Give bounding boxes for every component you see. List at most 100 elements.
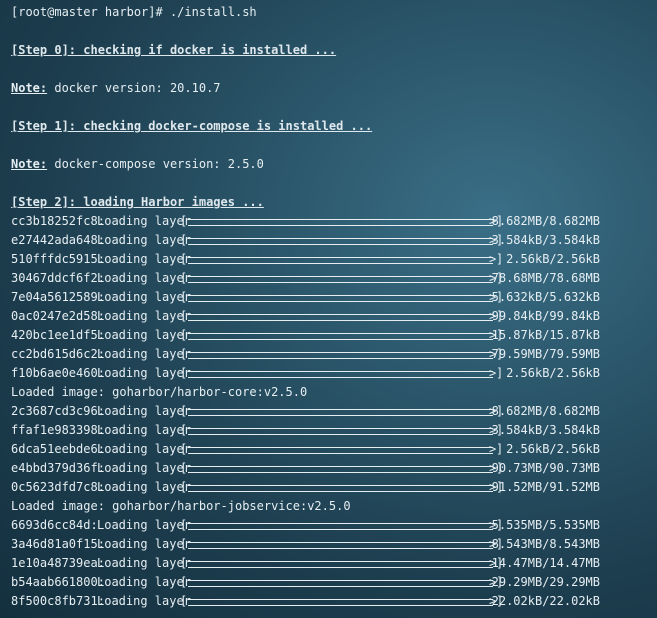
layer-row: 6dca51eebde6: Loading layer[>] 2.56kB/2.56… [11,440,657,459]
step-1-heading: [Step 1]: checking docker-compose is ins… [11,119,373,133]
layer-id: 1e10a48739ea: [11,556,105,570]
layer-size: 2.56kB/2.56kB [506,252,600,266]
layer-size: 15.87kB/15.87kB [491,328,600,342]
layer-row: e27442ada648: Loading layer[>] 3.584kB/3.5… [11,231,657,250]
progress-bar-open-bracket: [ [180,214,188,228]
progress-bar-open-bracket: [ [180,309,188,323]
layer-row: 7e04a5612589: Loading layer[>] 5.632kB/5.6… [11,288,657,307]
progress-bar [188,409,493,416]
loading-layer-label: Loading layer [97,233,191,247]
layer-output: cc3b18252fc8: Loading layer[>] 8.682MB/8.6… [11,212,657,611]
loading-layer-label: Loading layer [97,594,191,608]
layer-size: 5.632kB/5.632kB [491,290,600,304]
layer-size: 2.56kB/2.56kB [506,442,600,456]
layer-row: 420bc1ee1df5: Loading layer[>] 15.87kB/15.… [11,326,657,345]
loading-layer-label: Loading layer [97,366,191,380]
layer-id: e4bbd379d36f: [11,461,105,475]
note-text: docker version: 20.10.7 [47,81,221,95]
progress-bar [188,466,493,473]
loading-layer-label: Loading layer [97,556,191,570]
loading-layer-label: Loading layer [97,423,191,437]
progress-bar [188,276,493,283]
loading-layer-label: Loading layer [97,328,191,342]
progress-bar-open-bracket: [ [180,366,188,380]
loading-layer-label: Loading layer [97,461,191,475]
note-text: docker-compose version: 2.5.0 [47,157,264,171]
progress-bar [188,580,493,587]
layer-size: 8.682MB/8.682MB [491,214,600,228]
progress-bar-open-bracket: [ [180,461,188,475]
layer-size: 99.84kB/99.84kB [491,309,600,323]
compose-version-note: Note: docker-compose version: 2.5.0 [11,155,657,174]
progress-bar [188,333,493,340]
layer-row: cc2bd615d6c2: Loading layer[>] 79.59MB/79.… [11,345,657,364]
progress-bar [188,542,493,549]
loading-layer-label: Loading layer [97,575,191,589]
step-2-heading: [Step 2]: loading Harbor images ... [11,195,264,209]
layer-row: 30467ddcf6f2: Loading layer[>] 78.68MB/78.… [11,269,657,288]
layer-id: cc3b18252fc8: [11,214,105,228]
loading-layer-label: Loading layer [97,442,191,456]
loading-layer-label: Loading layer [97,347,191,361]
loading-layer-label: Loading layer [97,271,191,285]
layer-id: 6dca51eebde6: [11,442,105,456]
layer-id: 7e04a5612589: [11,290,105,304]
layer-id: 510fffdc5915: [11,252,105,266]
layer-id: e27442ada648: [11,233,105,247]
progress-bar [188,561,493,568]
progress-bar-open-bracket: [ [180,556,188,570]
progress-bar-open-bracket: [ [180,347,188,361]
progress-bar [188,257,493,264]
progress-bar-open-bracket: [ [180,537,188,551]
layer-id: 2c3687cd3c96: [11,404,105,418]
loading-layer-label: Loading layer [97,309,191,323]
docker-version-note: Note: docker version: 20.10.7 [11,79,657,98]
note-label: Note: [11,157,48,171]
layer-row: 0c5623dfd7c8: Loading layer[>] 91.52MB/91.… [11,478,657,497]
layer-row: 2c3687cd3c96: Loading layer[>] 8.682MB/8.6… [11,402,657,421]
layer-id: f10b6ae0e460: [11,366,105,380]
loading-layer-label: Loading layer [97,252,191,266]
layer-row: 3a46d81a0f15: Loading layer[>] 8.543MB/8.5… [11,535,657,554]
progress-bar [188,371,493,378]
layer-size: 78.68MB/78.68MB [491,271,600,285]
layer-row: e4bbd379d36f: Loading layer[>] 90.73MB/90.… [11,459,657,478]
progress-bar-open-bracket: [ [180,233,188,247]
progress-bar [188,599,493,606]
progress-bar [188,485,493,492]
layer-row: 1e10a48739ea: Loading layer[>] 14.47MB/14.… [11,554,657,573]
progress-bar [188,238,493,245]
progress-bar-open-bracket: [ [180,252,188,266]
layer-id: 30467ddcf6f2: [11,271,105,285]
loading-layer-label: Loading layer [97,518,191,532]
note-label: Note: [11,81,48,95]
layer-row: 8f500c8fb731: Loading layer[>] 22.02kB/22.… [11,592,657,611]
progress-bar [188,428,493,435]
layer-size: 90.73MB/90.73MB [491,461,600,475]
progress-bar [188,295,493,302]
loading-layer-label: Loading layer [97,290,191,304]
layer-size: 22.02kB/22.02kB [491,594,600,608]
loading-layer-label: Loading layer [97,404,191,418]
progress-bar-close-bracket: ] [496,366,504,380]
layer-id: 420bc1ee1df5: [11,328,105,342]
layer-id: 8f500c8fb731: [11,594,105,608]
progress-bar [188,314,493,321]
command-prompt-line: [root@master harbor]# ./install.sh [11,5,257,19]
layer-row: 0ac0247e2d58: Loading layer[>] 99.84kB/99.… [11,307,657,326]
progress-bar-open-bracket: [ [180,594,188,608]
progress-bar-open-bracket: [ [180,404,188,418]
terminal-window[interactable]: [root@master harbor]# ./install.sh [Step… [0,0,657,618]
layer-row: 6693d6cc84d: Loading layer[>] 5.535MB/5.53… [11,516,657,535]
layer-row: cc3b18252fc8: Loading layer[>] 8.682MB/8.6… [11,212,657,231]
progress-bar [188,219,493,226]
step-0-heading: [Step 0]: checking if docker is installe… [11,43,337,57]
layer-size: 3.584kB/3.584kB [491,423,600,437]
layer-row: 510fffdc5915: Loading layer[>] 2.56kB/2.56… [11,250,657,269]
layer-size: 14.47MB/14.47MB [491,556,600,570]
layer-size: 29.29MB/29.29MB [491,575,600,589]
